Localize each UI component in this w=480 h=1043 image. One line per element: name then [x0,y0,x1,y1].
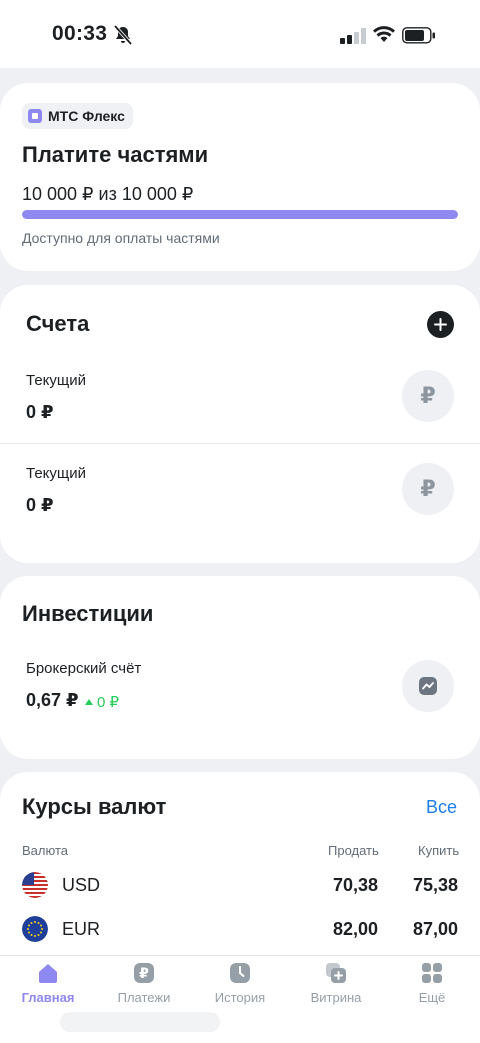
tab-more[interactable]: Ещё [384,962,480,1012]
ruble-icon: ₽ [402,370,454,422]
account-amount: 0 ₽ [26,495,54,515]
rate-buy: 87,00 [412,919,458,939]
account-label: Текущий [26,372,86,389]
tab-label: Главная [21,990,75,1005]
rates-card: Курсы валют Все Валюта Продать Купить US… [0,772,480,972]
tab-showcase[interactable]: Витрина [288,962,384,1012]
history-icon [230,963,250,983]
chart-trend-icon [402,660,454,712]
rate-sell: 82,00 [332,919,378,939]
mts-flex-logo-icon [28,109,42,123]
tab-home[interactable]: Главная [0,962,96,1012]
mts-flex-badge: МТС Флекс [22,103,133,129]
tab-label: Витрина [310,990,362,1005]
battery-icon [402,27,435,44]
mts-flex-caption: Доступно для оплаты частями [22,230,220,246]
tab-payments[interactable]: ₽ Платежи [96,962,192,1012]
mts-flex-card[interactable]: МТС Флекс Платите частями 10 000 ₽ из 10… [0,83,480,271]
rates-header-currency: Валюта [22,843,68,858]
rate-row-usd: USD 70,38 75,38 [0,872,480,912]
status-time: 00:33 [52,22,108,45]
ruble-glyph: ₽ [420,476,436,501]
home-indicator [60,1012,220,1032]
arrow-up-icon [85,699,93,705]
us-flag-icon [22,872,48,898]
signal-icon [340,28,366,44]
tab-history[interactable]: История [192,962,288,1012]
rates-header-buy: Купить [418,843,460,858]
broker-account-label: Брокерский счёт [26,660,142,677]
currency-code: EUR [62,919,101,939]
wifi-icon [373,26,395,42]
more-icon [422,963,442,983]
rate-row-eur: EUR 82,00 87,00 [0,916,480,956]
home-icon [39,964,57,983]
rates-title: Курсы валют [22,794,167,819]
tab-label: Ещё [418,990,446,1005]
tab-label: История [214,990,266,1005]
mts-flex-amount: 10 000 ₽ из 10 000 ₽ [22,184,194,204]
investments-card: Инвестиции Брокерский счёт 0,67 ₽ 0 ₽ [0,576,480,759]
status-bar: 00:33 [0,0,480,68]
showcase-icon [326,963,346,983]
rates-header-sell: Продать [328,843,379,858]
account-row[interactable]: Текущий 0 ₽ ₽ [0,445,480,537]
svg-text:₽: ₽ [139,966,149,982]
bell-off-icon [114,25,132,45]
rate-buy: 75,38 [412,875,458,895]
plus-icon [434,318,447,331]
investments-title: Инвестиции [22,601,154,626]
add-account-button[interactable] [427,311,454,338]
ruble-glyph: ₽ [420,383,436,408]
broker-change-value: 0 ₽ [97,694,120,711]
currency-code: USD [62,875,101,895]
broker-account-change: 0 ₽ [85,693,119,711]
rate-sell: 70,38 [332,875,378,895]
accounts-card: Счета Текущий 0 ₽ ₽ Текущий 0 ₽ ₽ [0,285,480,563]
mts-flex-progress-fill [22,210,458,219]
mts-flex-badge-label: МТС Флекс [48,108,125,124]
eu-flag-icon [22,916,48,942]
account-amount: 0 ₽ [26,402,54,422]
rates-all-link[interactable]: Все [426,797,457,818]
payments-icon: ₽ [134,963,154,983]
accounts-title: Счета [26,311,90,336]
broker-account-amount: 0,67 ₽ [26,690,79,710]
account-row[interactable]: Текущий 0 ₽ ₽ [0,352,480,444]
trend-line-icon [419,677,437,695]
mts-flex-title: Платите частями [22,142,209,167]
ruble-icon: ₽ [402,463,454,515]
tab-label: Платежи [117,990,171,1005]
mts-flex-progress [22,210,458,219]
account-label: Текущий [26,465,86,482]
